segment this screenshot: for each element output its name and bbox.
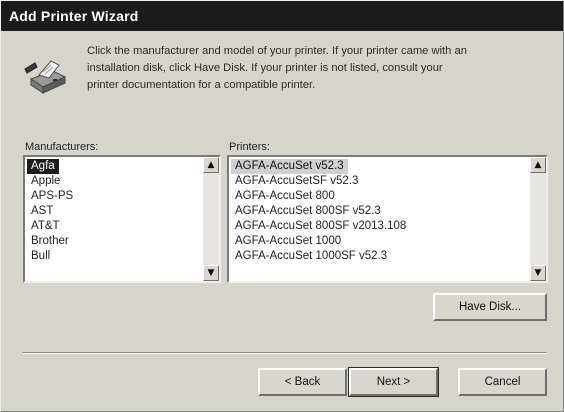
down-arrow-icon: ▼ [534,267,542,278]
manufacturers-label: Manufacturers: [25,141,98,153]
list-item[interactable]: Agfa [27,159,59,174]
list-item[interactable]: AGFA-AccuSetSF v52.3 [231,174,528,189]
list-item[interactable]: AST [27,204,201,219]
window-title: Add Printer Wizard [9,8,139,24]
scroll-up-button[interactable]: ▲ [530,157,546,173]
have-disk-button[interactable]: Have Disk... [433,293,547,321]
header-area: Click the manufacturer and model of your… [1,31,563,131]
list-item[interactable]: AGFA-AccuSet 800SF v2013.108 [231,219,528,234]
up-arrow-icon: ▲ [207,159,215,170]
have-disk-label: Have Disk... [459,301,521,313]
list-item[interactable]: AGFA-AccuSet 1000 [231,234,528,249]
back-button[interactable]: < Back [258,368,347,396]
next-button[interactable]: Next > [348,367,439,397]
back-label: < Back [284,376,321,388]
up-arrow-icon: ▲ [534,159,542,170]
printers-label-text: Printers: [229,141,270,153]
list-item[interactable]: Bull [27,249,201,264]
list-item[interactable]: AGFA-AccuSet 800SF v52.3 [231,204,528,219]
manufacturers-list: Agfa Apple APS-PS AST AT&T Brother Bull [27,159,201,279]
cancel-button[interactable]: Cancel [458,368,547,396]
list-item[interactable]: Brother [27,234,201,249]
printers-listbox[interactable]: AGFA-AccuSet v52.3 AGFA-AccuSetSF v52.3 … [227,155,548,283]
add-printer-wizard-window: Add Printer Wizard Click the manufacture… [0,0,564,412]
list-item[interactable]: AGFA-AccuSet 800 [231,189,528,204]
printers-scrollbar[interactable]: ▲ ▼ [530,157,546,281]
list-item[interactable]: AGFA-AccuSet v52.3 [231,159,348,174]
scroll-down-button[interactable]: ▼ [530,265,546,281]
cancel-label: Cancel [484,376,521,388]
down-arrow-icon: ▼ [207,267,215,278]
manufacturers-label-text: Manufacturers: [25,141,99,153]
printer-icon [23,57,69,97]
manufacturers-scrollbar[interactable]: ▲ ▼ [203,157,219,281]
printers-list: AGFA-AccuSet v52.3 AGFA-AccuSetSF v52.3 … [231,159,528,279]
next-label: Next > [376,376,411,388]
scroll-up-button[interactable]: ▲ [203,157,219,173]
list-item[interactable]: AGFA-AccuSet 1000SF v52.3 [231,249,528,264]
scroll-down-button[interactable]: ▼ [203,265,219,281]
list-item[interactable]: Apple [27,174,201,189]
separator [23,352,547,354]
printers-label: Printers: [229,141,270,153]
instructions-text: Click the manufacturer and model of your… [87,45,467,91]
title-bar[interactable]: Add Printer Wizard [1,1,563,31]
list-item[interactable]: APS-PS [27,189,201,204]
list-item[interactable]: AT&T [27,219,201,234]
manufacturers-listbox[interactable]: Agfa Apple APS-PS AST AT&T Brother Bull … [23,155,221,283]
